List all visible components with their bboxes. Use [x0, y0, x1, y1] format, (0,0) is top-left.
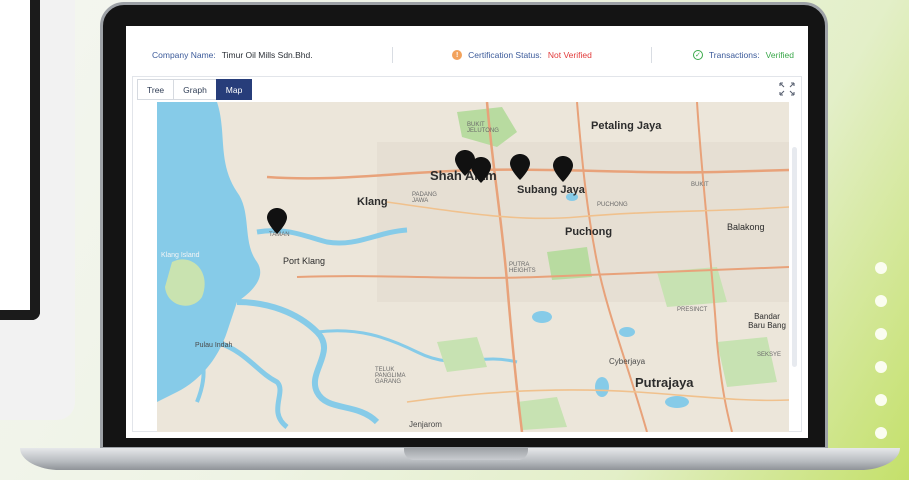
lake [665, 396, 689, 408]
laptop-screen: Company Name: Timur Oil Mills Sdn.Bhd. !… [126, 26, 808, 438]
company-info: Company Name: Timur Oil Mills Sdn.Bhd. [134, 50, 392, 60]
map-label: Pulau Indah [195, 342, 233, 349]
scrollbar[interactable] [792, 147, 797, 367]
check-circle-icon: ✓ [692, 50, 703, 60]
map-view[interactable]: Petaling Jaya Shah Alam Subang Jaya Klan… [157, 102, 789, 432]
map-label: Bandar Baru Bang [748, 312, 786, 330]
map-label: PUCHONG [597, 202, 628, 208]
expand-icon[interactable] [779, 82, 795, 96]
map-label: Port Klang [283, 256, 326, 266]
location-pin-icon[interactable] [471, 157, 491, 183]
map-label: BUKIT [691, 182, 709, 188]
map-label: Klang Island [161, 252, 200, 259]
lake [619, 327, 635, 337]
company-value: Timur Oil Mills Sdn.Bhd. [221, 50, 313, 60]
laptop-notch [404, 448, 528, 460]
warning-icon: ! [452, 50, 463, 60]
map-label: Cyberjaya [609, 357, 646, 366]
background-monitor-screen [0, 0, 40, 320]
map-label: Balakong [727, 222, 765, 232]
company-label: Company Name: [152, 50, 216, 60]
transactions-status: Verified [765, 50, 794, 60]
map-label: Puchong [565, 226, 613, 238]
park [717, 337, 777, 387]
info-bar: Company Name: Timur Oil Mills Sdn.Bhd. !… [134, 40, 800, 70]
decorative-dot [875, 262, 887, 274]
visualization-panel: Tree Graph Map Petaling Jaya Shah Alam S… [132, 76, 802, 432]
map-label: Klang [357, 196, 388, 208]
certification-info: ! Certification Status: Not Verified [392, 47, 652, 63]
background-monitor [0, 0, 75, 420]
map-label: SEKSYE [757, 352, 782, 358]
park [657, 267, 727, 307]
decorative-dot [875, 427, 887, 439]
lake [532, 311, 552, 323]
tab-map[interactable]: Map [215, 79, 253, 100]
map-label: Petaling Jaya [591, 120, 662, 132]
view-tabs: Tree Graph Map [137, 79, 253, 100]
map-label: BUKIT JELUTONG [467, 122, 499, 134]
map-label: PUTRA HEIGHTS [509, 262, 536, 274]
decorative-dot [875, 361, 887, 373]
map-label: TELUK PANGLIMA GARANG [375, 367, 406, 385]
decorative-dot [875, 295, 887, 307]
decorative-dot [875, 328, 887, 340]
certification-label: Certification Status: [468, 50, 542, 60]
tab-tree[interactable]: Tree [137, 79, 175, 100]
map-label: Putrajaya [635, 375, 694, 390]
map-label: PRESINCT [677, 307, 708, 313]
map-label: Jenjarom [409, 420, 442, 429]
location-pin-icon[interactable] [267, 208, 287, 234]
transactions-label: Transactions: [708, 50, 760, 60]
map-label: PADANG JAWA [412, 192, 437, 204]
decorative-dot [875, 394, 887, 406]
transactions-info: ✓ Transactions: Verified [652, 50, 800, 60]
decorative-dots [875, 262, 887, 439]
tab-graph[interactable]: Graph [173, 79, 217, 100]
map-label: Subang Jaya [517, 184, 585, 196]
location-pin-icon[interactable] [510, 154, 530, 180]
certification-status: Not Verified [547, 50, 592, 60]
lake [595, 377, 609, 397]
location-pin-icon[interactable] [553, 156, 573, 182]
